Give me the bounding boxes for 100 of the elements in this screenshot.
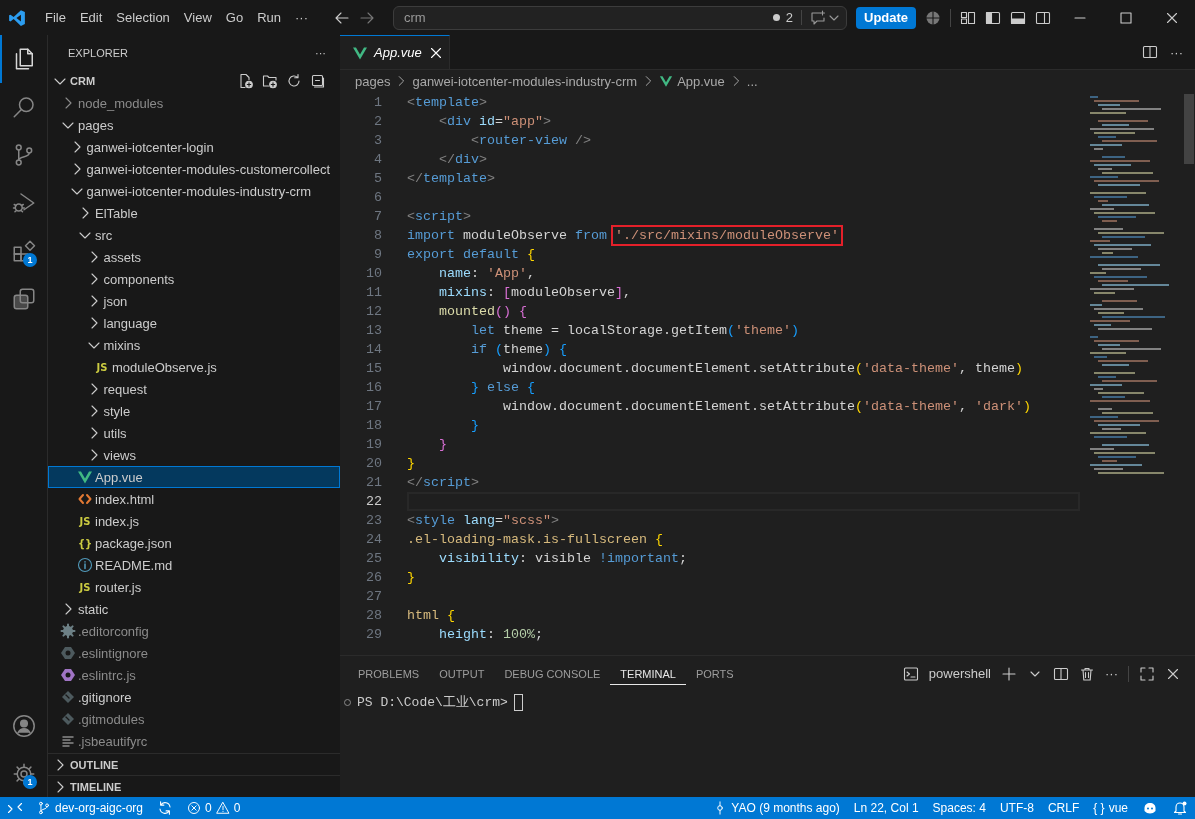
tree-item[interactable]: .jsbeautifyrc (48, 730, 340, 752)
split-icon[interactable] (1053, 665, 1069, 682)
status-item[interactable]: YAO (9 months ago) (706, 797, 847, 819)
branch-icon (37, 801, 51, 815)
menu-item[interactable]: Run (250, 7, 288, 28)
status-item[interactable]: dev-org-aigc-org (30, 797, 151, 819)
tree-item[interactable]: request (48, 378, 340, 400)
highlight-box: './src/mixins/moduleObserve' (611, 225, 843, 246)
plus-icon[interactable] (1001, 665, 1017, 682)
tree-item[interactable]: json (48, 290, 340, 312)
panel-icon[interactable] (1010, 9, 1027, 26)
line-number: 2 (373, 114, 382, 129)
menu-item[interactable]: View (176, 7, 219, 28)
breadcrumb-item[interactable]: ganwei-iotcenter-modules-industry-crm (412, 73, 638, 89)
new-folder-icon[interactable] (262, 73, 278, 89)
tree-item[interactable]: JS index.js (48, 510, 340, 532)
trash-icon[interactable] (1079, 665, 1095, 682)
tree-item[interactable]: .eslintignore (48, 642, 340, 664)
status-item[interactable]: CRLF (1040, 797, 1087, 819)
tree-item[interactable]: App.vue (48, 466, 340, 488)
update-button[interactable]: Update (856, 6, 917, 29)
tree-item[interactable]: {} package.json (48, 532, 340, 554)
tree-item[interactable]: src (48, 224, 340, 246)
tree-item[interactable]: node_modules (48, 92, 340, 114)
tree-item[interactable]: .gitignore (48, 686, 340, 708)
scrollbar-thumb[interactable] (1184, 94, 1194, 164)
layout-icon[interactable] (960, 9, 977, 26)
line-number: 3 (373, 133, 382, 148)
status-item[interactable]: Ln 22, Col 1 (846, 797, 926, 819)
more-actions[interactable]: ··· (1105, 666, 1118, 681)
remote-icon[interactable] (7, 800, 23, 816)
menu-item[interactable]: Selection (109, 7, 177, 28)
account-icon[interactable] (11, 714, 36, 738)
line-number: 21 (365, 475, 382, 490)
tree-item[interactable]: ganwei-iotcenter-modules-customercollect (48, 158, 340, 180)
tree-item[interactable]: JS router.js (48, 576, 340, 598)
text-cursor (513, 693, 523, 711)
tree-item[interactable]: .eslintrc.js (48, 664, 340, 686)
line-number: 22 (365, 494, 382, 509)
tree-item[interactable]: ElTable (48, 202, 340, 224)
folder-header[interactable]: CRM (48, 70, 340, 92)
status-item[interactable]: Spaces: 4 (925, 797, 993, 819)
stacked-squares-icon (11, 287, 36, 311)
tree-item[interactable]: pages (48, 114, 340, 136)
tree-item[interactable]: .editorconfig (48, 620, 340, 642)
terminal-name[interactable]: powershell (928, 666, 991, 681)
menu-item[interactable]: ··· (288, 7, 315, 28)
activity-tab[interactable]: 1 (0, 227, 45, 275)
tree-item[interactable]: ganwei-iotcenter-modules-industry-crm (48, 180, 340, 202)
dot-icon (772, 14, 780, 21)
tree-item[interactable]: .gitmodules (48, 708, 340, 730)
refresh-icon[interactable] (286, 73, 302, 89)
code-line: window.document.documentElement.setAttribute('data-theme', 'dark') (501, 399, 1031, 414)
section-header[interactable]: OUTLINE (48, 753, 340, 775)
line-number: 8 (373, 228, 382, 243)
maximize-icon[interactable] (1118, 9, 1134, 26)
maximize-icon[interactable] (1139, 665, 1155, 682)
sidebar-left-icon[interactable] (985, 9, 1002, 26)
panel-tab[interactable]: TERMINAL (610, 662, 686, 685)
tree-item[interactable]: views (48, 444, 340, 466)
breadcrumb-item[interactable]: ... (746, 73, 758, 89)
code-line: export default { (407, 247, 535, 262)
panel-tab[interactable]: PORTS (685, 662, 744, 685)
copilot-icon[interactable] (1142, 800, 1158, 816)
tree-item[interactable]: ganwei-iotcenter-login (48, 136, 340, 158)
code-line: window.document.documentElement.setAttribute('data-theme', theme) (501, 361, 1023, 376)
menu-item[interactable]: Edit (72, 7, 110, 28)
tree-item[interactable]: static (48, 598, 340, 620)
split-editor-icon[interactable] (1142, 44, 1158, 60)
tree-item[interactable]: index.html (48, 488, 340, 510)
language-indicator[interactable]: { } vue (1086, 797, 1135, 819)
editor-tab[interactable]: App.vue (340, 35, 450, 69)
problems-indicator[interactable]: 0 0 (180, 797, 248, 819)
panel-tab[interactable]: PROBLEMS (348, 662, 430, 685)
more-actions[interactable]: ··· (315, 46, 326, 59)
tree-item[interactable]: language (48, 312, 340, 334)
breadcrumb-item[interactable]: pages (355, 73, 391, 89)
tree-item[interactable]: components (48, 268, 340, 290)
line-number: 12 (365, 304, 382, 319)
tree-item[interactable]: style (48, 400, 340, 422)
sidebar-right-icon[interactable] (1035, 9, 1052, 26)
tree-item[interactable]: assets (48, 246, 340, 268)
tree-item[interactable]: JS moduleObserve.js (48, 356, 340, 378)
sync-icon[interactable] (157, 800, 174, 816)
new-file-icon[interactable] (238, 73, 254, 89)
panel-tab[interactable]: OUTPUT (429, 662, 495, 685)
collapse-all-icon[interactable] (310, 73, 326, 89)
menu-item[interactable]: File (38, 7, 73, 28)
command-center[interactable]: crm 2 (393, 5, 847, 30)
menu-item[interactable]: Go (218, 7, 251, 28)
status-item[interactable]: UTF-8 (992, 797, 1041, 819)
chat-sparkle-icon[interactable] (810, 9, 826, 26)
tree-item[interactable]: utils (48, 422, 340, 444)
panel-tab[interactable]: DEBUG CONSOLE (494, 662, 611, 685)
code-line: </template> (407, 171, 495, 186)
breadcrumb-item[interactable]: App.vue (677, 73, 725, 89)
tree-item[interactable]: mixins (48, 334, 340, 356)
bell-icon[interactable] (1172, 800, 1188, 816)
tree-item[interactable]: README.md (48, 554, 340, 576)
more-actions[interactable]: ··· (1170, 44, 1183, 60)
